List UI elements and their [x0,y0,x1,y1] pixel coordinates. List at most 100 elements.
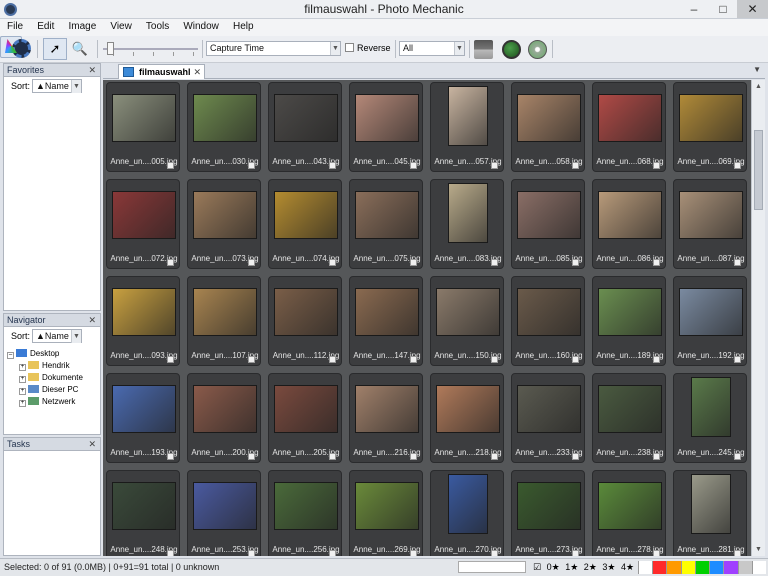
tag-checkbox[interactable] [491,259,498,266]
tag-checkbox[interactable] [329,259,336,266]
tree-item-dokumente[interactable]: + Dokumente [7,372,100,384]
thumbnail-cell[interactable]: Anne_un....245.jpg [673,373,747,463]
color-label-swatch[interactable] [723,561,738,574]
photo-thumbnail[interactable] [112,288,176,336]
maximize-button[interactable]: □ [709,0,737,18]
thumbnail-cell[interactable]: Anne_un....073.jpg [187,179,261,269]
tag-checkbox[interactable] [491,162,498,169]
tag-checkbox[interactable] [329,162,336,169]
tag-checkbox[interactable] [167,453,174,460]
rating-filter-2[interactable]: 2★ [584,562,597,572]
thumbnail-size-slider[interactable] [103,38,198,60]
thumbnail-cell[interactable]: Anne_un....107.jpg [187,276,261,366]
chevron-down-icon[interactable]: ▼ [753,65,761,74]
reverse-checkbox[interactable]: Reverse [345,43,391,53]
tag-checkbox[interactable] [653,453,660,460]
rating-filter-0[interactable]: 0★ [547,562,560,572]
photo-thumbnail[interactable] [436,385,500,433]
tag-checkbox[interactable] [572,259,579,266]
photo-thumbnail[interactable] [598,385,662,433]
close-button[interactable]: ✕ [737,0,768,18]
tag-checkbox[interactable] [653,162,660,169]
tag-checkbox[interactable] [248,356,255,363]
photo-thumbnail[interactable] [112,191,176,239]
select-tool-button[interactable]: ➚ [43,38,67,60]
thumbnail-cell[interactable]: Anne_un....253.jpg [187,470,261,556]
photo-thumbnail[interactable] [274,385,338,433]
rating-filter-checkbox[interactable]: ☑ [533,562,541,572]
close-icon[interactable]: ✕ [88,438,96,451]
rating-filter-3[interactable]: 3★ [602,562,615,572]
menu-window[interactable]: Window [176,19,223,32]
photo-thumbnail[interactable] [193,191,257,239]
photo-thumbnail[interactable] [679,191,743,239]
burn-disc-icon[interactable] [528,40,547,59]
thumbnail-cell[interactable]: Anne_un....269.jpg [349,470,423,556]
tag-checkbox[interactable] [410,356,417,363]
thumbnail-cell[interactable]: Anne_un....072.jpg [106,179,180,269]
thumbnail-cell[interactable]: Anne_un....147.jpg [349,276,423,366]
thumbnail-cell[interactable]: Anne_un....087.jpg [673,179,747,269]
photo-thumbnail[interactable] [274,94,338,142]
thumbnail-cell[interactable]: Anne_un....075.jpg [349,179,423,269]
thumbnail-cell[interactable]: Anne_un....030.jpg [187,82,261,172]
photo-thumbnail[interactable] [517,191,581,239]
tag-checkbox[interactable] [572,453,579,460]
photo-thumbnail[interactable] [598,191,662,239]
tag-checkbox[interactable] [248,550,255,556]
thumbnail-cell[interactable]: Anne_un....069.jpg [673,82,747,172]
thumbnail-cell[interactable]: Anne_un....085.jpg [511,179,585,269]
thumbnail-cell[interactable]: Anne_un....112.jpg [268,276,342,366]
tag-checkbox[interactable] [167,356,174,363]
photo-thumbnail[interactable] [274,482,338,530]
thumbnail-cell[interactable]: Anne_un....238.jpg [592,373,666,463]
photo-thumbnail[interactable] [436,288,500,336]
thumbnail-cell[interactable]: Anne_un....273.jpg [511,470,585,556]
thumbnail-cell[interactable]: Anne_un....218.jpg [430,373,504,463]
tag-checkbox[interactable] [167,162,174,169]
rating-filter-4[interactable]: 4★ [621,562,634,572]
color-label-swatch[interactable] [709,561,724,574]
thumbnail-cell[interactable]: Anne_un....005.jpg [106,82,180,172]
tag-checkbox[interactable] [410,453,417,460]
thumbnail-cell[interactable]: Anne_un....248.jpg [106,470,180,556]
tag-checkbox[interactable] [329,356,336,363]
tag-checkbox[interactable] [248,259,255,266]
expand-icon[interactable]: + [19,376,26,383]
photo-thumbnail[interactable] [517,385,581,433]
filter-select[interactable]: All ▼ [399,41,465,56]
thumbnail-cell[interactable]: Anne_un....189.jpg [592,276,666,366]
favorites-sort-select[interactable]: ▲Name ▼ [32,79,82,93]
thumbnail-cell[interactable]: Anne_un....093.jpg [106,276,180,366]
slider-thumb[interactable] [107,42,114,55]
tree-item-desktop[interactable]: – Desktop [7,348,100,360]
photo-thumbnail[interactable] [448,474,488,534]
tag-checkbox[interactable] [734,259,741,266]
tag-checkbox[interactable] [734,356,741,363]
thumbnail-cell[interactable]: Anne_un....083.jpg [430,179,504,269]
photo-thumbnail[interactable] [598,94,662,142]
photo-thumbnail[interactable] [355,191,419,239]
tag-checkbox[interactable] [329,550,336,556]
photo-thumbnail[interactable] [274,191,338,239]
tree-item-hendrik[interactable]: + Hendrik [7,360,100,372]
photo-thumbnail[interactable] [691,474,731,534]
tag-checkbox[interactable] [572,162,579,169]
tab-filmauswahl[interactable]: filmauswahl ✕ [118,64,205,79]
photo-thumbnail[interactable] [112,94,176,142]
tree-item-netzwerk[interactable]: + Netzwerk [7,396,100,408]
color-label-swatch[interactable] [694,561,710,574]
tag-checkbox[interactable] [491,453,498,460]
scroll-up-icon[interactable]: ▲ [752,80,765,93]
tag-checkbox[interactable] [491,356,498,363]
photo-thumbnail[interactable] [193,482,257,530]
photo-thumbnail[interactable] [355,385,419,433]
thumbnail-cell[interactable]: Anne_un....200.jpg [187,373,261,463]
expand-icon[interactable]: + [19,364,26,371]
photo-thumbnail[interactable] [691,377,731,437]
print-icon[interactable] [474,40,493,59]
tag-checkbox[interactable] [572,356,579,363]
color-label-swatch[interactable] [751,561,766,574]
thumbnail-cell[interactable]: Anne_un....233.jpg [511,373,585,463]
photo-thumbnail[interactable] [193,94,257,142]
